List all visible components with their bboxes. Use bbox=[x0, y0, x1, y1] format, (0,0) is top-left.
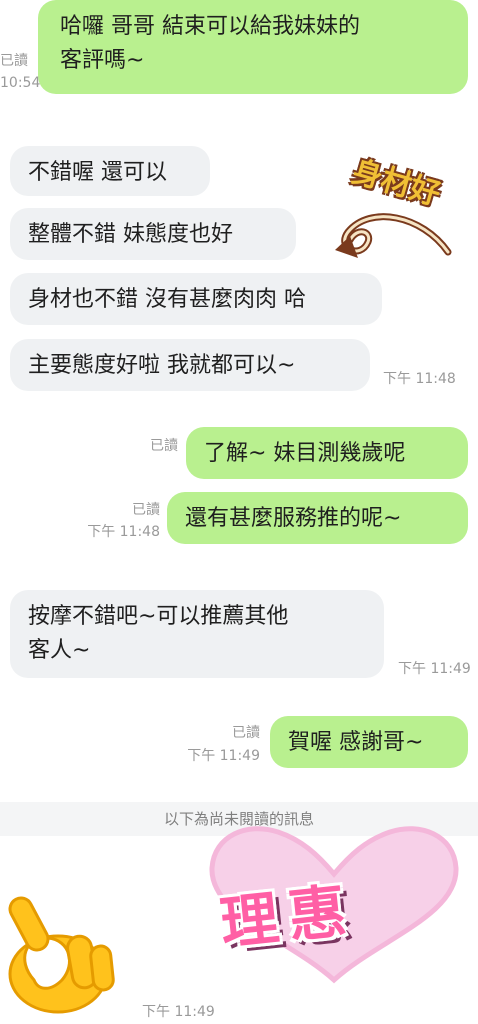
message-time: 10:54 bbox=[0, 75, 41, 91]
message-time: 下午 11:49 bbox=[398, 661, 471, 677]
ok-hand-icon bbox=[8, 896, 115, 1014]
message-bubble-incoming: 主要態度好啦 我就都可以~ bbox=[10, 339, 370, 391]
message-time: 下午 11:49 bbox=[142, 1004, 215, 1020]
read-receipt: 已讀 bbox=[132, 502, 160, 518]
message-time: 下午 11:48 bbox=[87, 524, 160, 540]
message-bubble-incoming: 不錯喔 還可以 bbox=[10, 146, 210, 196]
message-time: 下午 11:48 bbox=[383, 371, 456, 387]
message-bubble-incoming: 整體不錯 妹態度也好 bbox=[10, 208, 296, 260]
read-receipt: 已讀 bbox=[150, 438, 178, 454]
message-bubble-incoming: 按摩不錯吧~可以推薦其他 客人~ bbox=[10, 590, 384, 678]
message-line: 客評嗎~ bbox=[60, 48, 145, 73]
read-receipt: 已讀 bbox=[232, 725, 260, 741]
message-line: 按摩不錯吧~可以推薦其他 bbox=[28, 604, 289, 629]
message-time: 下午 11:49 bbox=[187, 748, 260, 764]
message-bubble-incoming: 身材也不錯 沒有甚麼肉肉 哈 bbox=[10, 273, 382, 325]
message-bubble-outgoing: 了解~ 妹目測幾歲呢 bbox=[186, 427, 468, 479]
message-bubble-outgoing: 哈囉 哥哥 結束可以給我妹妹的 客評嗎~ bbox=[38, 0, 468, 94]
message-bubble-outgoing: 還有甚麼服務推的呢~ bbox=[167, 492, 468, 544]
message-bubble-outgoing: 賀喔 感謝哥~ bbox=[270, 716, 468, 768]
message-line: 哈囉 哥哥 結束可以給我妹妹的 bbox=[60, 14, 360, 39]
message-line: 客人~ bbox=[28, 638, 91, 663]
read-receipt: 已讀 bbox=[0, 53, 28, 69]
